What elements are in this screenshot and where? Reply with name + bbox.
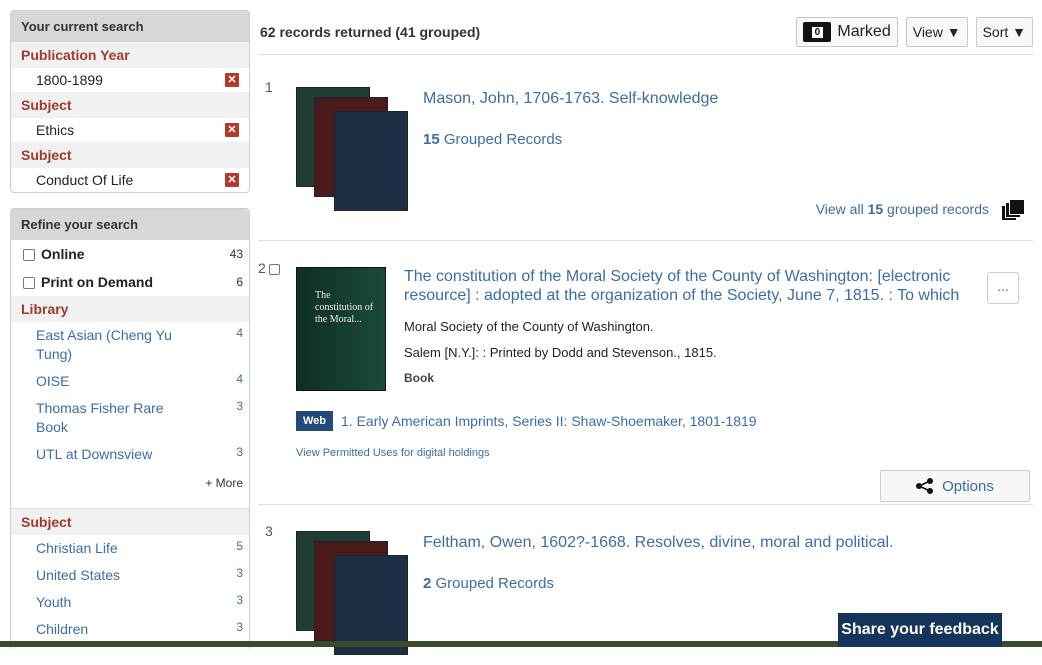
options-button[interactable]: Options (880, 470, 1030, 502)
more-actions-button[interactable]: ... (987, 272, 1019, 304)
criterion-row: Conduct Of Life ✕ (11, 168, 249, 192)
criterion-value: 1800-1899 (36, 72, 103, 88)
facet-item-count: 5 (236, 539, 243, 553)
criterion-facet-subject: Subject (11, 92, 249, 118)
current-search-panel: Your current search Publication Year 180… (10, 10, 250, 193)
result-number: 3 (265, 523, 273, 539)
grouped-label: Grouped Records (443, 131, 563, 148)
web-tag: Web (296, 411, 334, 431)
criterion-value: Conduct Of Life (36, 172, 134, 188)
marked-count: 0 (811, 26, 824, 38)
web-holding: Web 1. Early American Imprints, Series I… (296, 411, 757, 431)
book-cover (334, 111, 408, 211)
facet-library-item[interactable]: OISE 4 (11, 368, 249, 395)
facet-subject-item[interactable]: United States 3 (11, 562, 249, 589)
grouped-label: Grouped Records (435, 575, 554, 592)
facet-library-item[interactable]: East Asian (Cheng Yu Tung) 4 (11, 322, 249, 368)
current-search-header: Your current search (11, 11, 249, 42)
refine-panel: Refine your search Online 43 Print on De… (10, 208, 250, 649)
result-number: 2 (258, 260, 280, 276)
filter-print-on-demand-label: Print on Demand (41, 274, 154, 290)
facet-item-label: Children (36, 621, 89, 637)
sort-button[interactable]: Sort ▼ (975, 17, 1033, 47)
print-on-demand-checkbox[interactable] (23, 277, 35, 290)
view-all-prefix: View all (815, 201, 864, 217)
result-item: 1 Mason, John, 1706-1763. Self-knowledge… (258, 55, 1033, 241)
result-number-value: 2 (258, 260, 266, 276)
facet-item-label: East Asian (Cheng Yu Tung) (36, 327, 172, 362)
refine-header: Refine your search (11, 209, 249, 240)
criterion-row: 1800-1899 ✕ (11, 68, 249, 92)
facet-library-item[interactable]: UTL at Downsview 3 (11, 441, 249, 468)
online-checkbox[interactable] (23, 249, 35, 262)
facet-item-count: 3 (236, 593, 243, 607)
facet-item-label: United States (36, 567, 121, 583)
grouped-count: 2 (423, 575, 432, 592)
folder-icon: 0 (803, 22, 832, 42)
facet-item-label: UTL at Downsview (36, 446, 153, 462)
grouped-records-link[interactable]: 2 Grouped Records (423, 575, 554, 592)
result-title-link[interactable]: Mason, John, 1706-1763. Self-knowledge (423, 89, 718, 108)
filter-online-label: Online (41, 246, 85, 262)
result-author: Moral Society of the County of Washingto… (404, 319, 654, 334)
facet-item-label: Christian Life (36, 540, 118, 556)
options-label: Options (942, 477, 994, 495)
results-toolbar: 62 records returned (41 grouped) 0 Marke… (258, 10, 1033, 55)
result-title-link[interactable]: Feltham, Owen, 1602?-1668. Resolves, div… (423, 533, 893, 552)
facet-item-count: 3 (236, 445, 243, 459)
sidebar: Your current search Publication Year 180… (10, 10, 250, 649)
facet-item-count: 3 (236, 620, 243, 634)
marked-label: Marked (837, 23, 891, 40)
facet-subject-item[interactable]: Children 3 (11, 616, 249, 643)
view-all-suffix: grouped records (887, 201, 989, 217)
result-item: 2 The constitution of the Moral... The c… (258, 241, 1033, 505)
grouped-count: 15 (423, 131, 440, 148)
facet-subject-item[interactable]: Christian Life 5 (11, 535, 249, 562)
share-icon (916, 478, 934, 494)
web-resource-link[interactable]: 1. Early American Imprints, Series II: S… (341, 413, 757, 429)
facet-item-count: 4 (236, 326, 243, 340)
facet-item-label: OISE (36, 373, 70, 389)
grouped-records-link[interactable]: 15 Grouped Records (423, 131, 562, 148)
marked-button[interactable]: 0 Marked (796, 17, 898, 47)
result-title-link[interactable]: The constitution of the Moral Society of… (404, 267, 979, 305)
facet-item-count: 4 (236, 372, 243, 386)
facet-item-label: Youth (36, 594, 72, 610)
results-main: 62 records returned (41 grouped) 0 Marke… (258, 10, 1033, 665)
results-count: 62 records returned (41 grouped) (260, 24, 481, 40)
facet-subject-item[interactable]: Youth 3 (11, 589, 249, 616)
result-publisher: Salem [N.Y.]: : Printed by Dodd and Stev… (404, 345, 717, 360)
remove-criterion-icon[interactable]: ✕ (225, 123, 239, 137)
copies-icon (1001, 199, 1025, 221)
book-cover-image[interactable]: The constitution of the Moral... (296, 267, 386, 391)
facet-item-label: Thomas Fisher Rare Book (36, 400, 164, 435)
criterion-value: Ethics (36, 122, 75, 138)
remove-criterion-icon[interactable]: ✕ (225, 73, 239, 87)
filter-print-on-demand-count: 6 (236, 275, 243, 289)
facet-library-title: Library (11, 296, 249, 322)
filter-online-count: 43 (229, 247, 243, 261)
more-library-link[interactable]: + More (11, 468, 249, 500)
toolbar-buttons: 0 Marked View ▼ Sort ▼ (796, 17, 1033, 47)
facet-item-count: 3 (236, 399, 243, 413)
facet-item-count: 3 (236, 566, 243, 580)
facet-library-item[interactable]: Thomas Fisher Rare Book 3 (11, 395, 249, 441)
view-button[interactable]: View ▼ (905, 17, 968, 47)
book-cover (334, 555, 408, 655)
criterion-facet-publication-year: Publication Year (11, 42, 249, 68)
permitted-uses-link[interactable]: View Permitted Uses for digital holdings (296, 447, 490, 459)
filter-online[interactable]: Online 43 (11, 240, 249, 268)
remove-criterion-icon[interactable]: ✕ (225, 173, 239, 187)
result-format: Book (404, 371, 434, 385)
criterion-facet-subject: Subject (11, 142, 249, 168)
filter-print-on-demand[interactable]: Print on Demand 6 (11, 268, 249, 296)
view-all-grouped-link[interactable]: View all 15 grouped records (815, 199, 1025, 221)
criterion-row: Ethics ✕ (11, 118, 249, 142)
mark-checkbox[interactable] (268, 263, 280, 275)
view-all-count: 15 (867, 201, 884, 217)
facet-subject-title: Subject (11, 509, 249, 535)
share-feedback-button[interactable]: Share your feedback (838, 613, 1002, 647)
result-number: 1 (265, 79, 273, 95)
